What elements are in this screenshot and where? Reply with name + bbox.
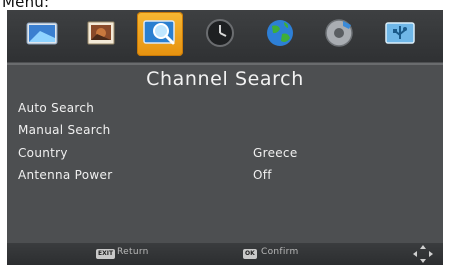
page-title: Channel Search xyxy=(146,68,304,90)
tab-system[interactable] xyxy=(316,12,362,56)
menu-icon-bar xyxy=(7,10,443,62)
photo-icon xyxy=(87,21,115,45)
antenna-power-value[interactable]: Off xyxy=(253,168,272,182)
exit-key-badge: EXIT xyxy=(96,249,116,259)
clock-icon xyxy=(206,19,234,47)
tab-language[interactable] xyxy=(257,12,303,56)
usb-icon xyxy=(385,22,415,44)
footer-hint-bar: EXIT Return OK Confirm xyxy=(7,243,443,265)
menu-item-auto-search[interactable]: Auto Search xyxy=(18,101,94,115)
header-divider xyxy=(7,63,443,65)
ok-key-badge: OK xyxy=(243,249,257,259)
confirm-hint-label: Confirm xyxy=(261,247,299,257)
menu-item-manual-search[interactable]: Manual Search xyxy=(18,123,111,137)
tab-clock[interactable] xyxy=(197,12,243,56)
globe-icon xyxy=(267,20,293,46)
tab-channel-search[interactable] xyxy=(137,12,183,56)
navigation-arrows-icon xyxy=(413,245,433,263)
picture-icon xyxy=(26,22,58,45)
tab-usb[interactable] xyxy=(377,12,423,56)
menu-item-country[interactable]: Country xyxy=(18,146,68,160)
channel-search-icon xyxy=(143,20,175,45)
country-value[interactable]: Greece xyxy=(253,146,298,160)
menu-item-antenna-power[interactable]: Antenna Power xyxy=(18,168,112,182)
tv-menu-screen: Channel Search Auto Search Manual Search… xyxy=(7,10,443,265)
tab-picture[interactable] xyxy=(19,12,65,56)
tab-photo[interactable] xyxy=(78,12,124,56)
settings-disc-icon xyxy=(325,19,353,47)
return-hint-label: Return xyxy=(117,247,149,257)
